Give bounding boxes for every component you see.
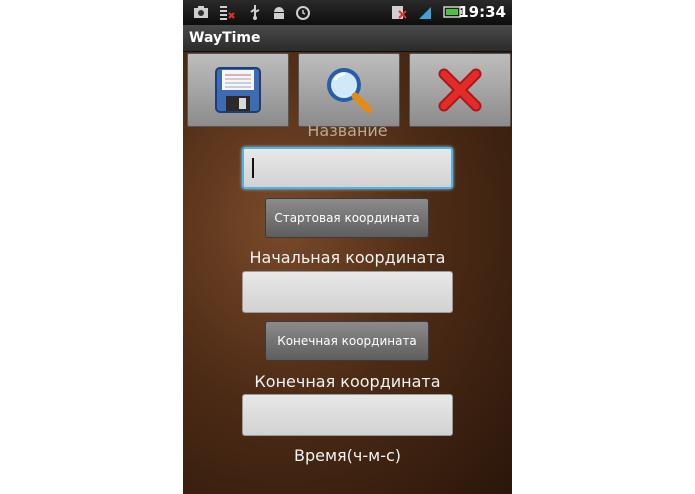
sim-blocked-icon	[220, 6, 235, 20]
search-button[interactable]	[298, 53, 400, 127]
camera-icon	[194, 6, 208, 18]
app-title: WayTime	[189, 30, 261, 46]
time-label: Время(ч-м-с)	[293, 446, 402, 465]
start-coordinate-field[interactable]	[242, 271, 453, 313]
start-coordinate-button[interactable]: Стартовая координата	[265, 198, 429, 238]
save-button[interactable]	[187, 53, 289, 127]
magnifier-icon	[327, 68, 373, 114]
title-bar: WayTime	[183, 25, 512, 52]
end-coordinate-field[interactable]	[242, 394, 453, 436]
status-bar: 19:34	[183, 0, 512, 25]
text-cursor	[252, 158, 254, 178]
name-label: Название	[307, 126, 388, 140]
floppy-disk-icon	[215, 67, 261, 113]
cancel-button[interactable]	[409, 53, 511, 127]
no-sim-icon	[392, 6, 407, 19]
start-coordinate-label: Начальная координата	[249, 248, 446, 267]
red-x-icon	[438, 68, 482, 112]
android-debug-icon	[274, 7, 284, 19]
status-time: 19:34	[458, 3, 506, 21]
end-coordinate-button[interactable]: Конечная координата	[265, 321, 429, 361]
signal-icon	[419, 7, 431, 19]
alarm-icon	[296, 6, 310, 20]
name-input[interactable]	[242, 147, 453, 189]
end-coordinate-label: Конечная координата	[254, 372, 441, 391]
usb-icon	[250, 5, 260, 20]
phone-screen: 19:34 WayTime Название Стартовая координ…	[183, 0, 512, 494]
